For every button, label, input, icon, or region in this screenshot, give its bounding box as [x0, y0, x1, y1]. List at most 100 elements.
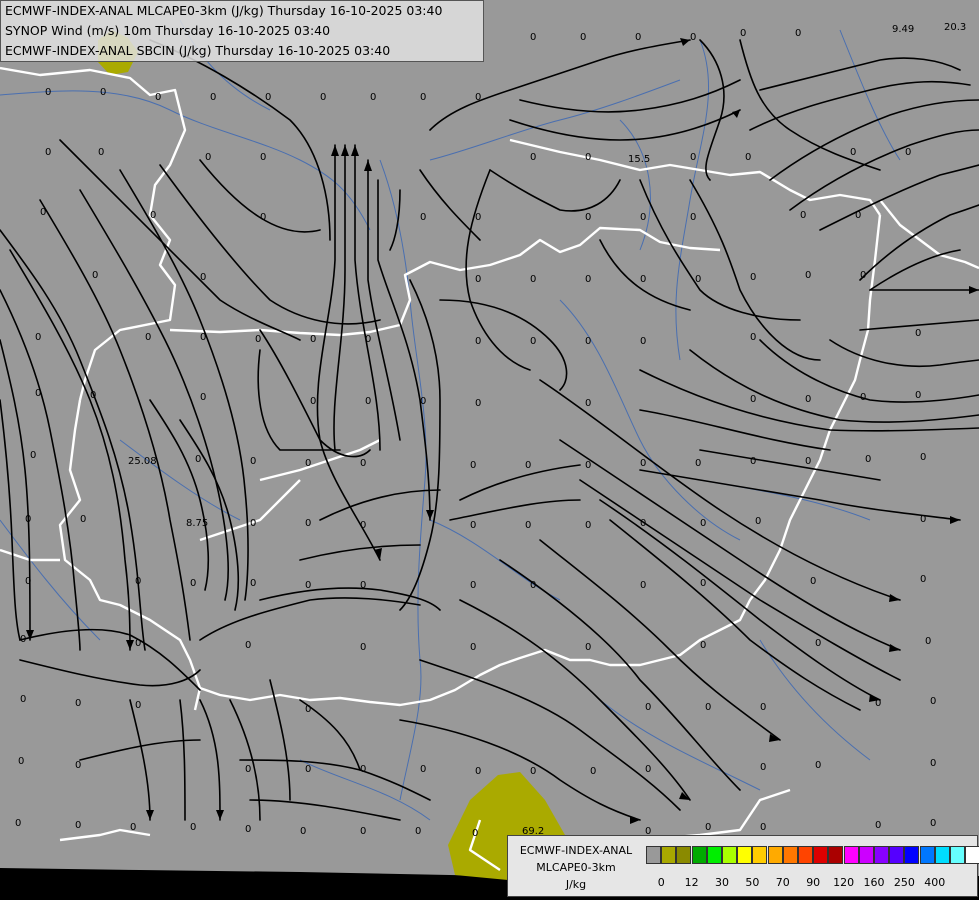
value-label: 25.08: [128, 456, 157, 467]
zero-value-label: 0: [15, 818, 21, 829]
zero-value-label: 0: [35, 388, 41, 399]
zero-value-label: 0: [930, 818, 936, 829]
zero-value-label: 0: [645, 702, 651, 713]
zero-value-label: 0: [750, 272, 756, 283]
zero-value-label: 0: [25, 514, 31, 525]
zero-value-label: 0: [590, 766, 596, 777]
legend-swatch: [752, 846, 768, 864]
legend-tick-label: 400: [924, 876, 946, 889]
zero-value-label: 0: [365, 334, 371, 345]
zero-value-label: 0: [740, 28, 746, 39]
weather-map: 0 0 0 0 0 0 0 0 0 0 0 0 0 0 0 0 0 0 0 0 …: [0, 0, 979, 900]
zero-value-label: 0: [585, 460, 591, 471]
zero-value-label: 0: [305, 764, 311, 775]
zero-value-label: 0: [750, 456, 756, 467]
zero-value-label: 0: [530, 580, 536, 591]
zero-value-label: 0: [360, 580, 366, 591]
zero-value-label: 0: [690, 32, 696, 43]
zero-value-label: 0: [360, 764, 366, 775]
zero-value-label: 0: [530, 336, 536, 347]
zero-value-label: 0: [80, 514, 86, 525]
legend-swatch: [858, 846, 874, 864]
zero-value-label: 0: [810, 576, 816, 587]
zero-value-label: 0: [245, 764, 251, 775]
legend-title-source: ECMWF-INDEX-ANAL: [519, 844, 633, 857]
legend-tick-label: 250: [893, 876, 915, 889]
zero-value-label: 0: [695, 274, 701, 285]
zero-value-label: 0: [40, 207, 46, 218]
header-line-cin: ECMWF-INDEX-ANAL SBCIN (J/kg) Thursday 1…: [5, 43, 391, 58]
zero-value-label: 0: [755, 516, 761, 527]
legend-swatch: [691, 846, 707, 864]
legend-swatch: [676, 846, 692, 864]
zero-value-label: 0: [905, 147, 911, 158]
zero-value-label: 0: [815, 638, 821, 649]
legend-tick-label: 90: [806, 876, 821, 889]
value-label: 9.49: [892, 24, 914, 35]
zero-value-label: 0: [475, 212, 481, 223]
zero-value-label: 0: [145, 332, 151, 343]
zero-value-label: 0: [470, 460, 476, 471]
zero-value-label: 0: [475, 92, 481, 103]
zero-value-label: 0: [75, 760, 81, 771]
zero-value-label: 0: [265, 92, 271, 103]
zero-value-label: 0: [915, 328, 921, 339]
zero-value-label: 0: [98, 147, 104, 158]
zero-value-label: 0: [250, 518, 256, 529]
zero-value-label: 0: [530, 152, 536, 163]
legend-tick-label: 0: [657, 876, 665, 889]
zero-value-label: 0: [195, 454, 201, 465]
legend-tick-label: 30: [715, 876, 729, 889]
zero-value-label: 0: [745, 152, 751, 163]
zero-value-label: 0: [640, 458, 646, 469]
zero-value-label: 0: [210, 92, 216, 103]
zero-value-label: 0: [695, 458, 701, 469]
zero-value-label: 0: [920, 452, 926, 463]
zero-value-label: 0: [370, 92, 376, 103]
zero-value-label: 0: [475, 274, 481, 285]
zero-value-label: 0: [130, 822, 136, 833]
zero-value-label: 0: [855, 210, 861, 221]
zero-value-label: 0: [260, 152, 266, 163]
zero-value-label: 0: [475, 398, 481, 409]
zero-value-label: 0: [930, 758, 936, 769]
legend-swatch: [767, 846, 783, 864]
zero-value-label: 0: [800, 210, 806, 221]
zero-value-label: 0: [530, 274, 536, 285]
value-label: 8.75: [186, 518, 208, 529]
legend-swatch: [782, 846, 798, 864]
zero-value-label: 0: [310, 396, 316, 407]
value-label: 20.3: [944, 22, 966, 33]
zero-value-label: 0: [525, 520, 531, 531]
map-header: ECMWF-INDEX-ANAL MLCAPE0-3km (J/kg) Thur…: [0, 0, 484, 62]
zero-value-label: 0: [795, 28, 801, 39]
zero-value-label: 0: [750, 332, 756, 343]
zero-value-label: 0: [815, 760, 821, 771]
zero-value-label: 0: [360, 826, 366, 837]
zero-value-label: 0: [690, 212, 696, 223]
legend-swatch: [828, 846, 844, 864]
zero-value-label: 0: [300, 826, 306, 837]
zero-value-label: 0: [585, 274, 591, 285]
legend-swatch: [874, 846, 889, 864]
zero-value-label: 0: [360, 520, 366, 531]
zero-value-label: 0: [875, 820, 881, 831]
zero-value-label: 0: [250, 456, 256, 467]
zero-value-label: 0: [640, 518, 646, 529]
legend-swatch: [813, 846, 829, 864]
zero-value-label: 0: [305, 458, 311, 469]
zero-value-label: 0: [760, 702, 766, 713]
zero-value-label: 0: [805, 456, 811, 467]
zero-value-label: 0: [20, 694, 26, 705]
zero-value-label: 0: [640, 274, 646, 285]
zero-value-label: 0: [585, 152, 591, 163]
zero-value-label: 0: [45, 147, 51, 158]
zero-value-label: 0: [45, 87, 51, 98]
zero-value-label: 0: [930, 696, 936, 707]
zero-value-label: 0: [640, 212, 646, 223]
zero-value-label: 0: [705, 702, 711, 713]
zero-value-label: 0: [360, 458, 366, 469]
legend-swatch: [965, 846, 979, 864]
legend-tick-label: 50: [745, 876, 760, 889]
zero-value-label: 0: [415, 826, 421, 837]
